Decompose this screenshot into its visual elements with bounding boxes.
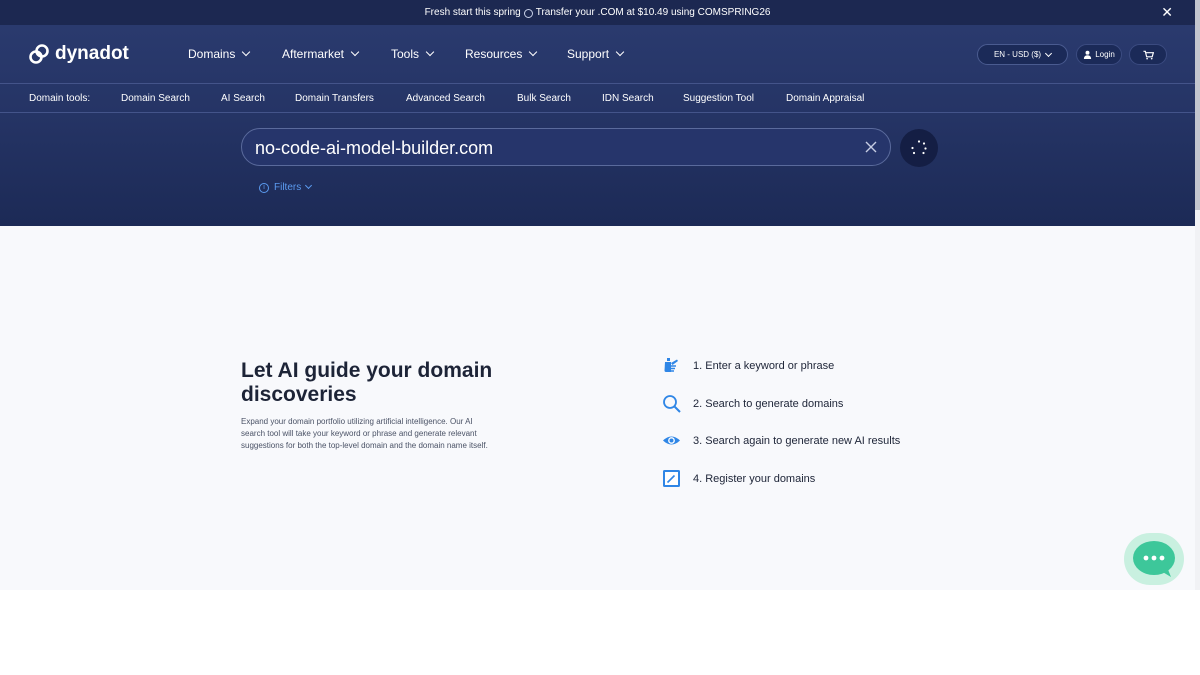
login-label: Login: [1095, 50, 1115, 59]
chevron-down-icon: [615, 47, 625, 57]
language-currency-label: EN - USD ($): [993, 50, 1042, 59]
cart-button[interactable]: [1129, 44, 1167, 65]
nav-domains[interactable]: Domains: [188, 47, 251, 61]
chat-widget-button[interactable]: [1124, 533, 1184, 585]
chevron-down-icon: [425, 47, 435, 57]
chat-bubble-icon: [1133, 541, 1175, 577]
step-label: 1. Enter a keyword or phrase: [693, 359, 835, 372]
section-heading: Let AI guide your domain discoveries: [241, 359, 493, 406]
step-label: 4. Register your domains: [693, 472, 816, 485]
tool-domain-search[interactable]: Domain Search: [121, 93, 190, 104]
filters-toggle[interactable]: i Filters: [259, 181, 313, 193]
nav-label: Aftermarket: [282, 47, 345, 61]
dynadot-logo-icon: [29, 44, 49, 64]
close-icon[interactable]: ✕: [1161, 5, 1173, 19]
brand-logo[interactable]: dynadot: [28, 43, 129, 65]
cart-icon: [1142, 50, 1154, 59]
scrollbar-thumb[interactable]: [1195, 0, 1200, 210]
edit-icon: [662, 469, 681, 488]
step-4: 4. Register your domains: [662, 469, 815, 488]
clear-icon[interactable]: [863, 139, 879, 155]
chevron-down-icon: [242, 47, 251, 57]
clock-icon: [523, 9, 533, 18]
chevron-down-icon: [1045, 49, 1053, 57]
nav-support[interactable]: Support: [567, 47, 625, 61]
nav-aftermarket[interactable]: Aftermarket: [282, 47, 360, 61]
nav-resources[interactable]: Resources: [465, 47, 538, 61]
hand-keyword-icon: [662, 356, 681, 375]
tool-suggestion-tool[interactable]: Suggestion Tool: [683, 93, 754, 104]
step-label: 3. Search again to generate new AI resul…: [693, 434, 901, 447]
promo-text-start: Fresh start this spring: [424, 7, 521, 18]
site-header: dynadot Domains Aftermarket Tools Resour…: [0, 25, 1195, 226]
search-submit-button[interactable]: [900, 129, 938, 167]
promo-bar: Fresh start this spring Transfer your .C…: [0, 0, 1195, 25]
section-description: Expand your domain portfolio utilizing a…: [241, 417, 488, 450]
info-icon: i: [259, 182, 269, 193]
tool-domain-transfers[interactable]: Domain Transfers: [295, 93, 374, 104]
nav-label: Tools: [391, 47, 420, 61]
search-icon: [662, 394, 681, 413]
chevron-down-icon: [350, 47, 360, 57]
chevron-down-icon: [305, 181, 313, 190]
brand-name: dynadot: [55, 43, 129, 64]
tool-ai-search[interactable]: AI Search: [221, 93, 265, 104]
nav-label: Support: [567, 47, 610, 61]
nav-tools[interactable]: Tools: [391, 47, 435, 61]
nav-label: Domains: [188, 47, 236, 61]
chevron-down-icon: [529, 47, 538, 57]
promo-text-end: Transfer your .COM at $10.49 using COMSP…: [535, 7, 771, 18]
tool-domain-appraisal[interactable]: Domain Appraisal: [786, 93, 864, 104]
main-nav: dynadot Domains Aftermarket Tools Resour…: [0, 25, 1195, 84]
domain-tools-bar: Domain tools: Domain Search AI Search Do…: [0, 85, 1195, 113]
step-label: 2. Search to generate domains: [693, 397, 844, 410]
eye-icon: [662, 431, 681, 450]
ai-intro-section: Let AI guide your domain discoveries Exp…: [0, 226, 1195, 590]
page: Fresh start this spring Transfer your .C…: [0, 0, 1200, 675]
user-icon: [1084, 50, 1092, 59]
step-3: 3. Search again to generate new AI resul…: [662, 431, 900, 450]
nav-label: Resources: [465, 47, 523, 61]
search-input[interactable]: [255, 137, 835, 159]
tool-idn-search[interactable]: IDN Search: [602, 93, 654, 104]
step-2: 2. Search to generate domains: [662, 394, 843, 413]
tool-advanced-search[interactable]: Advanced Search: [406, 93, 485, 104]
step-1: 1. Enter a keyword or phrase: [662, 356, 834, 375]
loading-spinner-icon: [911, 140, 927, 155]
tool-bulk-search[interactable]: Bulk Search: [517, 93, 571, 104]
language-currency-button[interactable]: EN - USD ($): [977, 44, 1068, 65]
filters-label: Filters: [274, 182, 302, 193]
login-button[interactable]: Login: [1076, 44, 1122, 65]
domain-search-box: [241, 128, 891, 166]
domain-tools-label: Domain tools:: [29, 93, 91, 104]
